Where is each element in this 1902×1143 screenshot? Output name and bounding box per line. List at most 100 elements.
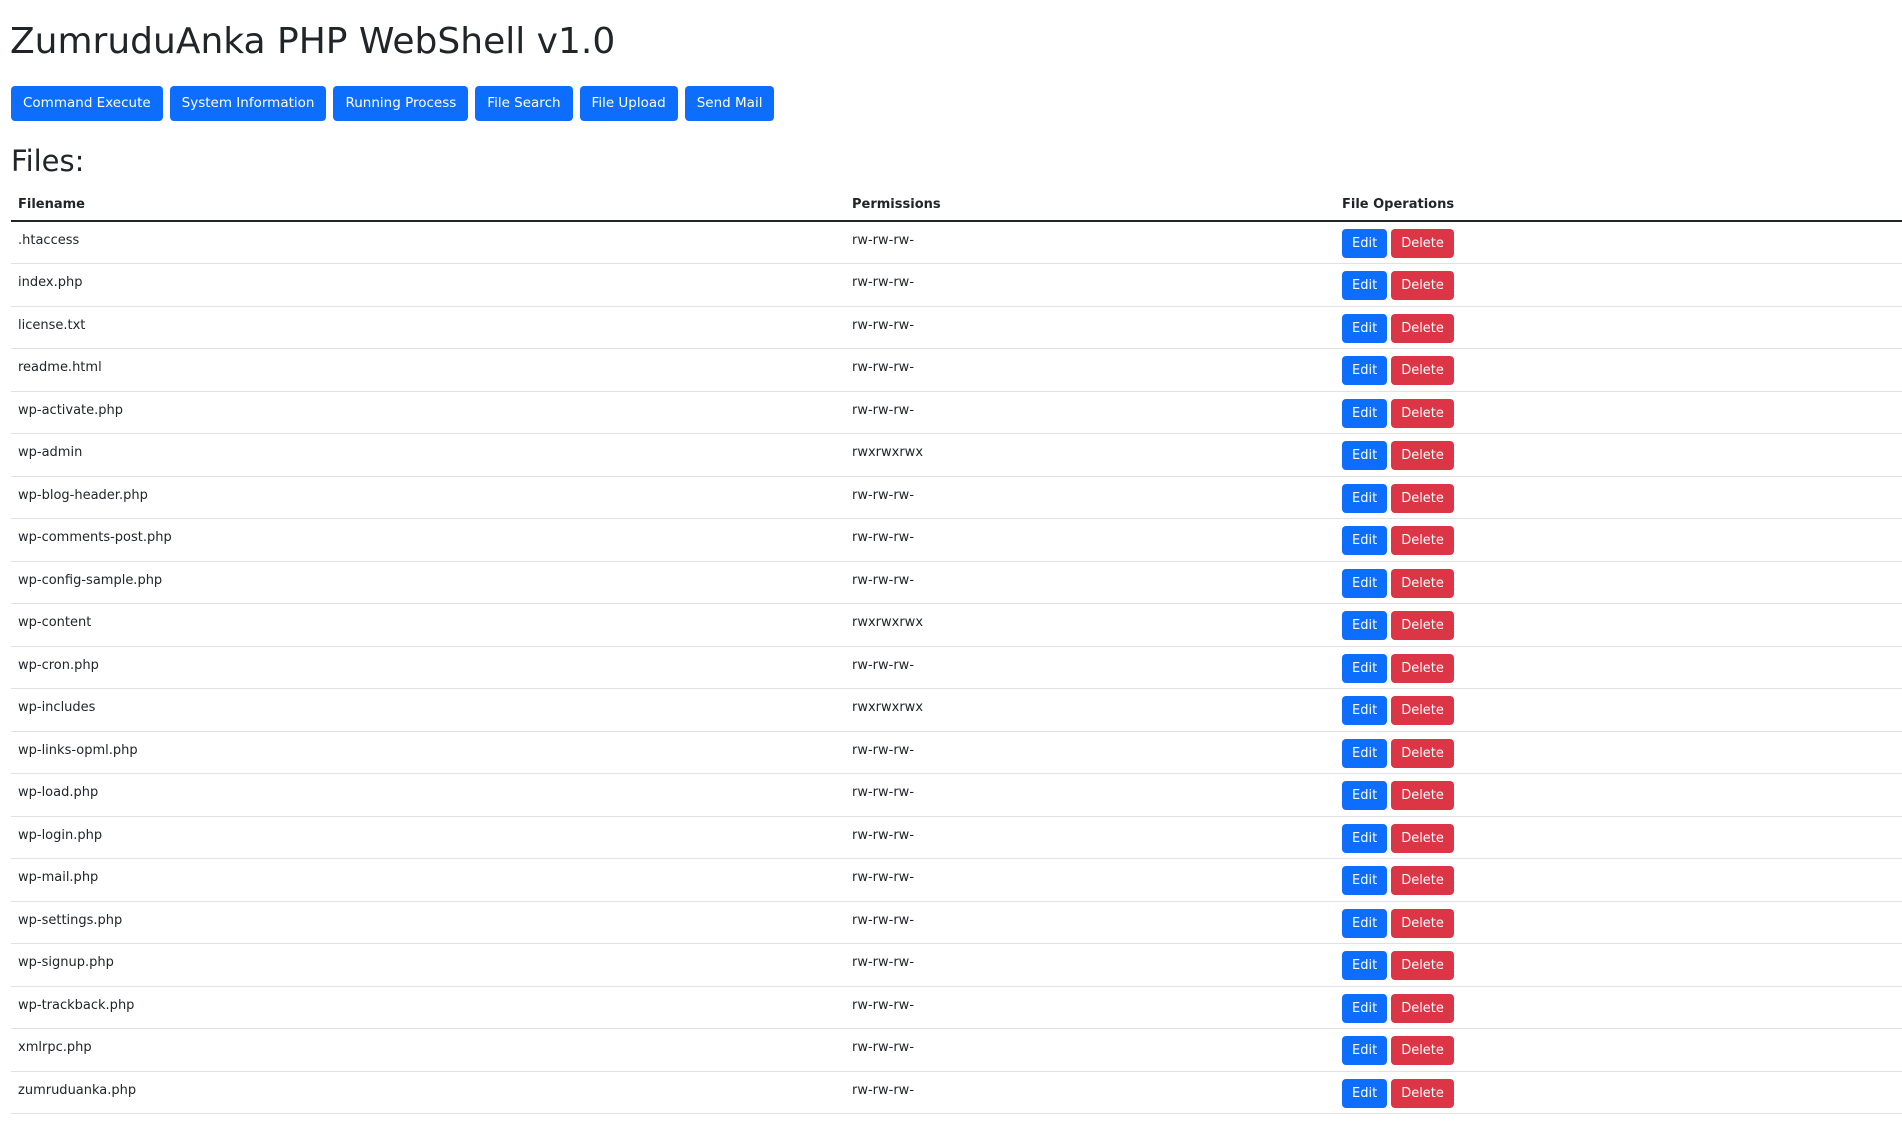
edit-button[interactable]: Edit: [1342, 398, 1388, 428]
filename-cell[interactable]: wp-content: [11, 603, 845, 647]
table-row: wp-admin rwxrwxrwx Edit Delete: [11, 433, 1902, 477]
edit-button[interactable]: Edit: [1342, 526, 1388, 555]
edit-button[interactable]: Edit: [1342, 908, 1388, 938]
table-row: wp-login.php rw-rw-rw- Edit Delete: [11, 816, 1902, 859]
table-row: license.txt rw-rw-rw- Edit Delete: [11, 306, 1902, 349]
filename-cell[interactable]: zumruduanka.php: [11, 1071, 845, 1114]
edit-button[interactable]: Edit: [1342, 738, 1388, 768]
edit-button[interactable]: Edit: [1342, 866, 1388, 895]
permissions-cell: rw-rw-rw-: [845, 773, 1335, 817]
permissions-cell: rw-rw-rw-: [845, 986, 1335, 1029]
table-row: zumruduanka.php rw-rw-rw- Edit Delete: [11, 1071, 1902, 1114]
edit-button[interactable]: Edit: [1342, 568, 1388, 598]
running-process-button[interactable]: Running Process: [333, 86, 469, 121]
filename-cell[interactable]: wp-links-opml.php: [11, 731, 845, 774]
file-operations-cell: Edit Delete: [1335, 263, 1902, 307]
permissions-cell: rw-rw-rw-: [845, 561, 1335, 604]
filename-cell[interactable]: readme.html: [11, 348, 845, 392]
filename-cell[interactable]: wp-admin: [11, 433, 845, 477]
permissions-cell: rw-rw-rw-: [845, 943, 1335, 987]
edit-button[interactable]: Edit: [1342, 1078, 1388, 1108]
delete-button[interactable]: Delete: [1391, 908, 1454, 938]
edit-button[interactable]: Edit: [1342, 611, 1388, 640]
filename-cell[interactable]: .htaccess: [11, 221, 845, 264]
table-row: wp-content rwxrwxrwx Edit Delete: [11, 603, 1902, 647]
permissions-cell: rw-rw-rw-: [845, 901, 1335, 944]
permissions-cell: rwxrwxrwx: [845, 688, 1335, 732]
filename-cell[interactable]: wp-activate.php: [11, 391, 845, 434]
filename-cell[interactable]: wp-login.php: [11, 816, 845, 859]
filename-cell[interactable]: wp-mail.php: [11, 858, 845, 902]
edit-button[interactable]: Edit: [1342, 313, 1388, 343]
table-row: index.php rw-rw-rw- Edit Delete: [11, 263, 1902, 307]
delete-button[interactable]: Delete: [1391, 738, 1454, 768]
permissions-cell: rw-rw-rw-: [845, 731, 1335, 774]
filename-cell[interactable]: xmlrpc.php: [11, 1028, 845, 1072]
send-mail-button[interactable]: Send Mail: [684, 86, 775, 121]
file-upload-button[interactable]: File Upload: [579, 86, 678, 121]
filename-cell[interactable]: wp-blog-header.php: [11, 476, 845, 519]
file-operations-cell: Edit Delete: [1335, 943, 1902, 987]
edit-button[interactable]: Edit: [1342, 823, 1388, 853]
table-row: readme.html rw-rw-rw- Edit Delete: [11, 348, 1902, 392]
file-operations-cell: Edit Delete: [1335, 688, 1902, 732]
filename-cell[interactable]: wp-includes: [11, 688, 845, 732]
edit-button[interactable]: Edit: [1342, 483, 1388, 513]
delete-button[interactable]: Delete: [1391, 866, 1454, 895]
delete-button[interactable]: Delete: [1391, 356, 1454, 385]
delete-button[interactable]: Delete: [1391, 653, 1454, 683]
delete-button[interactable]: Delete: [1391, 229, 1454, 258]
filename-cell[interactable]: wp-cron.php: [11, 646, 845, 689]
edit-button[interactable]: Edit: [1342, 993, 1388, 1023]
filename-cell[interactable]: license.txt: [11, 306, 845, 349]
edit-button[interactable]: Edit: [1342, 696, 1388, 725]
delete-button[interactable]: Delete: [1391, 398, 1454, 428]
edit-button[interactable]: Edit: [1342, 441, 1388, 470]
delete-button[interactable]: Delete: [1391, 993, 1454, 1023]
permissions-cell: rw-rw-rw-: [845, 476, 1335, 519]
delete-button[interactable]: Delete: [1391, 1078, 1454, 1108]
permissions-cell: rw-rw-rw-: [845, 221, 1335, 264]
table-row: wp-cron.php rw-rw-rw- Edit Delete: [11, 646, 1902, 689]
delete-button[interactable]: Delete: [1391, 823, 1454, 853]
delete-button[interactable]: Delete: [1391, 696, 1454, 725]
delete-button[interactable]: Delete: [1391, 313, 1454, 343]
permissions-cell: rwxrwxrwx: [845, 433, 1335, 477]
system-information-button[interactable]: System Information: [169, 86, 327, 121]
edit-button[interactable]: Edit: [1342, 951, 1388, 980]
delete-button[interactable]: Delete: [1391, 441, 1454, 470]
edit-button[interactable]: Edit: [1342, 356, 1388, 385]
table-row: wp-links-opml.php rw-rw-rw- Edit Delete: [11, 731, 1902, 774]
edit-button[interactable]: Edit: [1342, 653, 1388, 683]
delete-button[interactable]: Delete: [1391, 951, 1454, 980]
file-operations-cell: Edit Delete: [1335, 348, 1902, 392]
delete-button[interactable]: Delete: [1391, 271, 1454, 300]
filename-cell[interactable]: wp-comments-post.php: [11, 518, 845, 562]
permissions-cell: rw-rw-rw-: [845, 1028, 1335, 1072]
delete-button[interactable]: Delete: [1391, 1036, 1454, 1065]
table-row: .htaccess rw-rw-rw- Edit Delete: [11, 221, 1902, 264]
edit-button[interactable]: Edit: [1342, 229, 1388, 258]
permissions-cell: rw-rw-rw-: [845, 858, 1335, 902]
filename-cell[interactable]: wp-load.php: [11, 773, 845, 817]
filename-cell[interactable]: wp-signup.php: [11, 943, 845, 987]
file-operations-cell: Edit Delete: [1335, 433, 1902, 477]
filename-cell[interactable]: index.php: [11, 263, 845, 307]
edit-button[interactable]: Edit: [1342, 271, 1388, 300]
command-execute-button[interactable]: Command Execute: [11, 86, 163, 121]
file-operations-cell: Edit Delete: [1335, 221, 1902, 264]
delete-button[interactable]: Delete: [1391, 483, 1454, 513]
filename-cell[interactable]: wp-settings.php: [11, 901, 845, 944]
delete-button[interactable]: Delete: [1391, 611, 1454, 640]
file-operations-cell: Edit Delete: [1335, 731, 1902, 774]
delete-button[interactable]: Delete: [1391, 781, 1454, 810]
filename-cell[interactable]: wp-config-sample.php: [11, 561, 845, 604]
delete-button[interactable]: Delete: [1391, 526, 1454, 555]
file-search-button[interactable]: File Search: [475, 86, 573, 121]
table-row: wp-config-sample.php rw-rw-rw- Edit Delete: [11, 561, 1902, 604]
edit-button[interactable]: Edit: [1342, 781, 1388, 810]
edit-button[interactable]: Edit: [1342, 1036, 1388, 1065]
column-header-filename: Filename: [11, 188, 845, 222]
delete-button[interactable]: Delete: [1391, 568, 1454, 598]
filename-cell[interactable]: wp-trackback.php: [11, 986, 845, 1029]
